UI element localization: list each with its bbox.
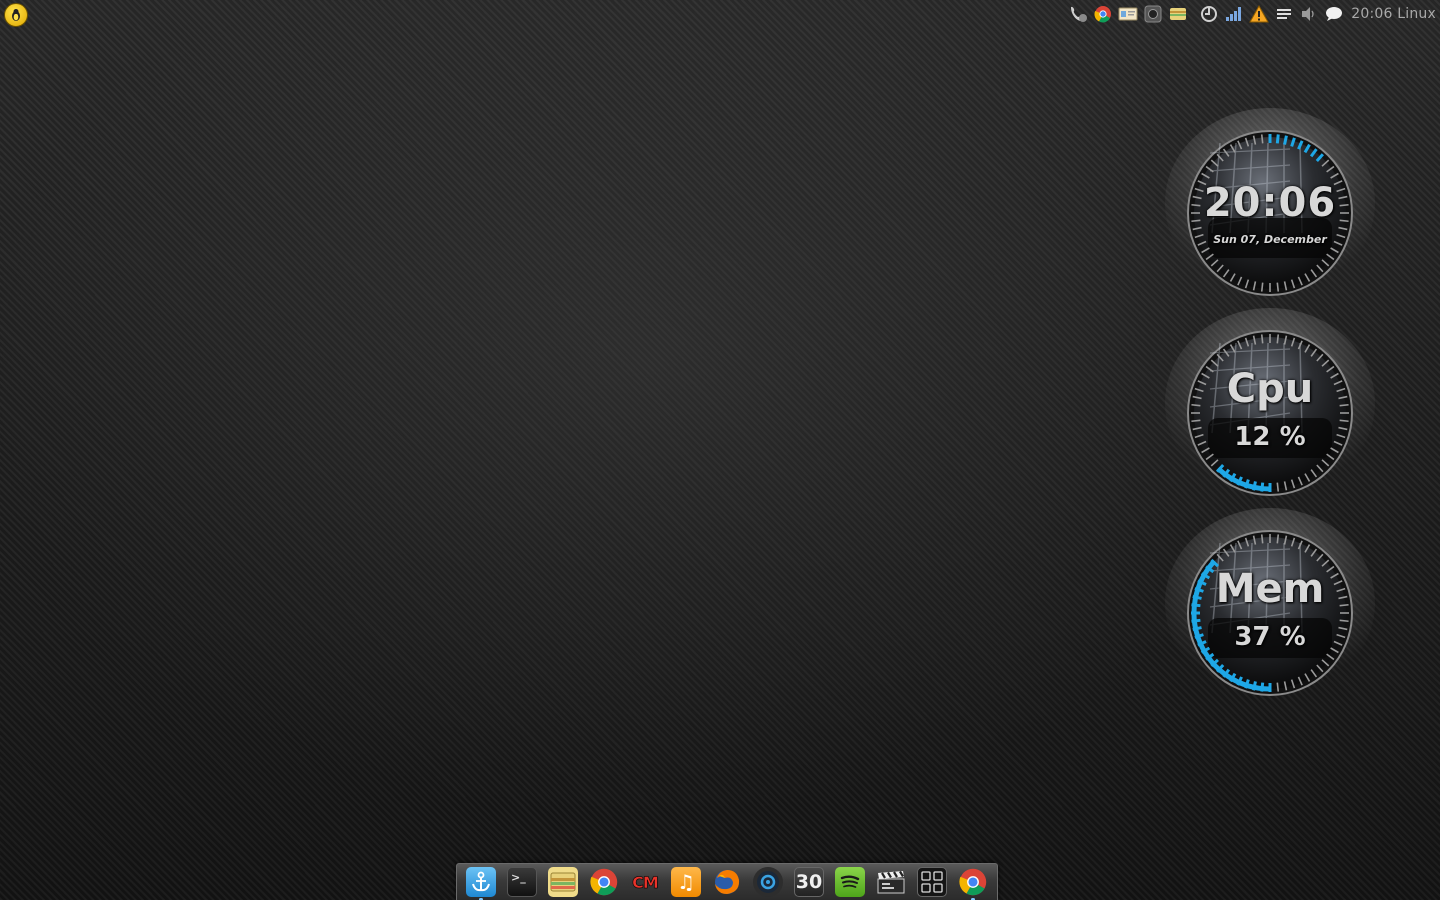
cm-icon-text: CM [632, 872, 659, 892]
dock-item-cm[interactable]: CM [629, 866, 661, 898]
music-icon: ♫ [671, 867, 701, 897]
clock-widget-time: 20:06 [1203, 180, 1337, 226]
chrome-icon [589, 867, 619, 897]
terminal-icon: >_ [507, 867, 537, 897]
dock-item-spotify[interactable] [834, 866, 866, 898]
dock-item-chrome-2[interactable] [957, 866, 989, 900]
menu-lines-icon[interactable] [1274, 4, 1294, 24]
chrome-icon[interactable] [1093, 4, 1113, 24]
dock-item-music[interactable]: ♫ [670, 866, 702, 898]
dock-item-chrome[interactable] [588, 866, 620, 898]
dock: >_ CM ♫ 30 [456, 863, 998, 900]
dock-item-steam[interactable] [752, 866, 784, 898]
gauge-tick-active [1283, 135, 1288, 145]
music-icon-glyph: ♫ [677, 870, 695, 894]
gauge-tick [1260, 334, 1264, 344]
gauge-tick [1276, 534, 1280, 544]
cm-icon: CM [630, 867, 660, 897]
update-icon[interactable] [1199, 4, 1219, 24]
dock-item-firefox[interactable] [711, 866, 743, 898]
calendar-icon: 30 [794, 867, 824, 897]
cpu-widget-label: Cpu [1226, 366, 1314, 412]
panel-clock[interactable]: 20:06 Linux [1351, 6, 1436, 22]
gauge-tick [1276, 334, 1280, 344]
panel-time: 20:06 [1351, 6, 1393, 22]
wallet-icon [548, 867, 578, 897]
steam-icon [753, 867, 783, 897]
wallet-icon[interactable] [1168, 4, 1188, 24]
app-menu-button[interactable] [4, 3, 28, 27]
dock-item-terminal[interactable]: >_ [506, 866, 538, 898]
clapperboard-icon [876, 867, 906, 897]
gauge-tick [1276, 682, 1280, 692]
dock-item-clapperboard[interactable] [875, 866, 907, 898]
contact-card-icon[interactable] [1118, 4, 1138, 24]
spotify-icon [835, 867, 865, 897]
gauge-tick [1276, 282, 1280, 292]
mem-widget: Mem 37 % [1160, 500, 1380, 700]
cpu-widget-value: 12 % [1234, 422, 1306, 452]
volume-icon[interactable] [1299, 4, 1319, 24]
clock-widget-date: Sun 07, December [1213, 233, 1327, 246]
dock-item-calendar[interactable]: 30 [793, 866, 825, 898]
gauge-tick [1260, 134, 1264, 144]
firefox-icon [712, 867, 742, 897]
chrome-icon [958, 867, 988, 897]
gauge-tick [1260, 534, 1264, 544]
gauge-tick [1260, 282, 1264, 292]
clock-widget: 20:06 Sun 07, December [1160, 100, 1380, 300]
gauge-tick [1276, 482, 1280, 492]
dock-item-anchor[interactable] [465, 866, 497, 900]
mem-widget-label: Mem [1215, 566, 1325, 612]
dock-item-wallet[interactable] [547, 866, 579, 898]
warning-icon[interactable] [1249, 4, 1270, 24]
gauge-tick-active [1275, 134, 1280, 144]
cpu-widget: Cpu 12 % [1160, 300, 1380, 500]
chat-bubble-icon[interactable] [1324, 4, 1344, 24]
linux-penguin-icon [12, 9, 20, 21]
panel-hostname: Linux [1397, 6, 1436, 22]
gauge-face [1194, 337, 1346, 489]
call-icon[interactable] [1068, 4, 1088, 24]
app-grid-icon [917, 867, 947, 897]
mem-widget-value: 37 % [1234, 622, 1306, 652]
anchor-icon [466, 867, 496, 897]
camera-icon[interactable] [1143, 4, 1163, 24]
calendar-icon-text: 30 [795, 871, 823, 893]
terminal-icon-text: >_ [511, 871, 526, 884]
signal-icon[interactable] [1224, 4, 1244, 24]
dock-item-app-grid[interactable] [916, 866, 948, 898]
system-tray: 20:06 Linux [1068, 2, 1436, 26]
